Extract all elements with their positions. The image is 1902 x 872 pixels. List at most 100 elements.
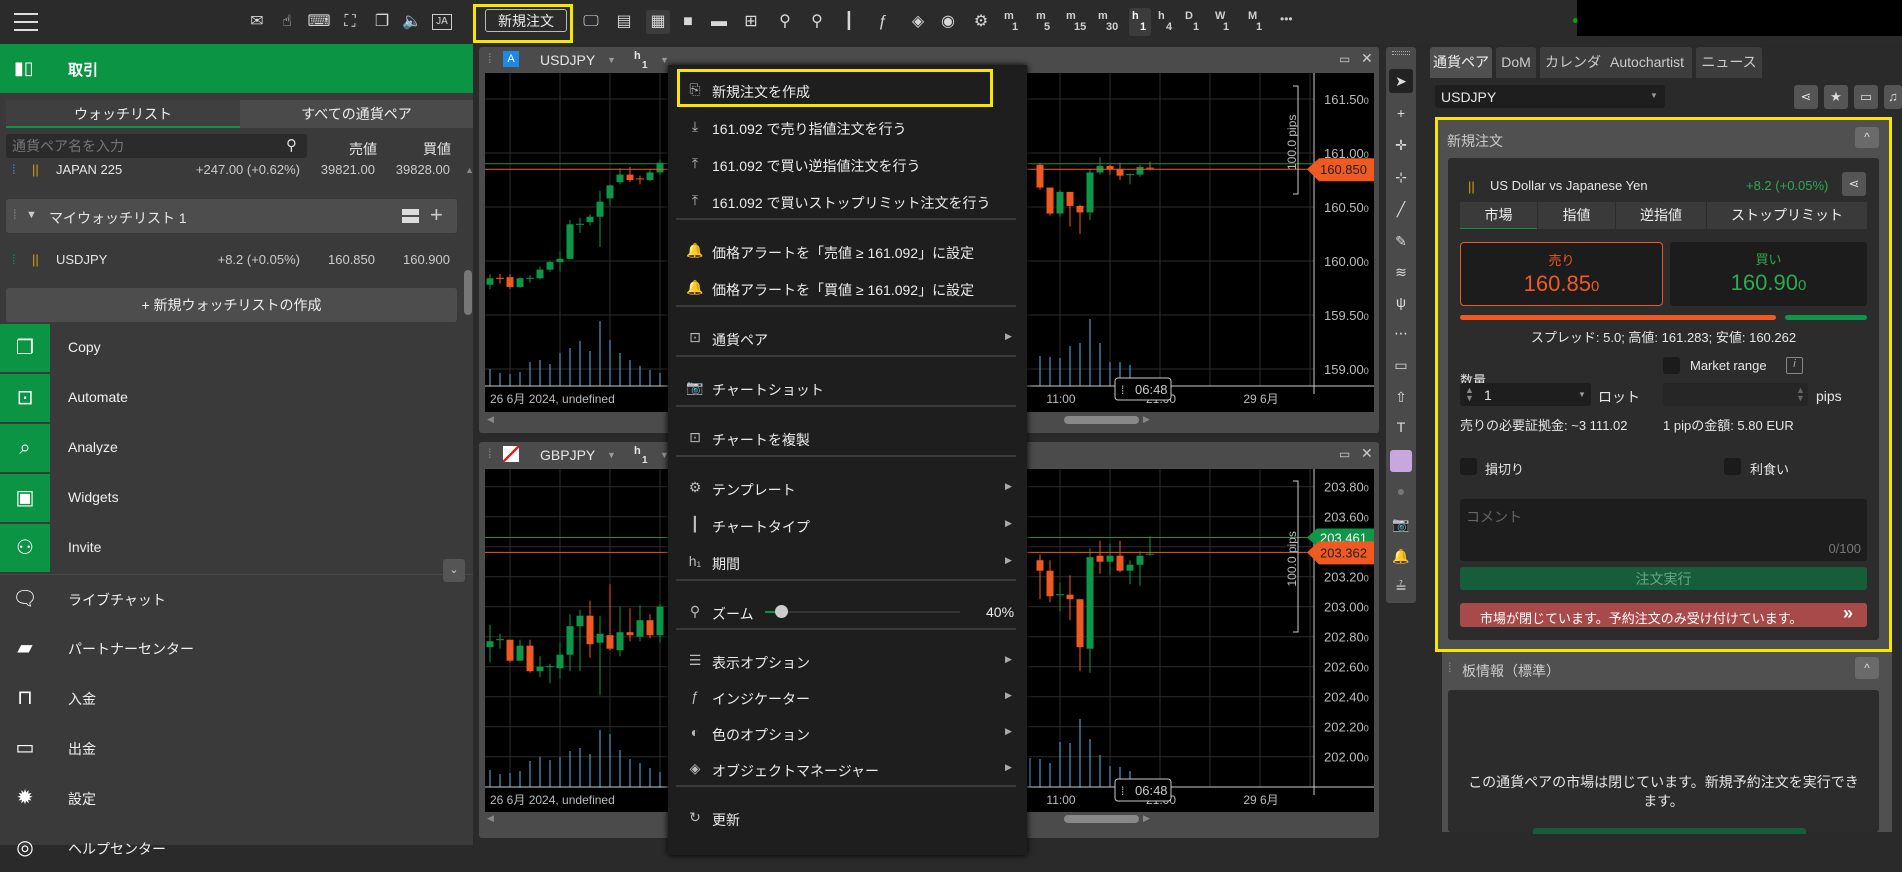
maximize-icon[interactable]: ▭ [1339, 52, 1350, 66]
period-selector[interactable]: h [634, 50, 641, 62]
scrollbar-thumb[interactable] [464, 270, 472, 315]
drag-handle-icon[interactable]: ⁞ [13, 207, 17, 222]
dropdown-arrow-icon[interactable]: ▼ [1578, 390, 1586, 399]
cursor-icon[interactable]: ➤ [1389, 69, 1413, 93]
candles-icon[interactable]: ┃ [837, 10, 861, 34]
scroll-left-icon[interactable]: ◀ [487, 813, 494, 824]
layers-icon[interactable]: ◈ [906, 10, 930, 34]
collapse-triangle-icon[interactable]: ▼ [26, 209, 37, 221]
symbol-dropdown-icon[interactable]: ▼ [607, 450, 616, 460]
tab-limit[interactable]: 指値 [1538, 202, 1615, 229]
arrow-icon[interactable]: ⇧ [1389, 385, 1413, 409]
menu-item-chart[interactable]: ⊡ 通貨ペア ▶ [668, 321, 1027, 355]
stop-loss-checkbox[interactable] [1460, 458, 1477, 475]
eye-icon[interactable]: ◉ [936, 10, 960, 34]
crosshair-magnet-icon[interactable]: ✛ [1389, 133, 1413, 157]
drag-handle-icon[interactable]: ⁞ [12, 247, 16, 273]
period-dropdown-icon[interactable]: ▼ [660, 55, 669, 65]
expand-arrows-icon[interactable]: » [1843, 603, 1853, 624]
drag-handle-icon[interactable]: ⁞ [488, 51, 492, 66]
bell-icon[interactable]: ♫ [1884, 85, 1902, 109]
chart-symbol[interactable]: GBPJPY [540, 447, 595, 463]
line-icon[interactable]: ╱ [1389, 197, 1413, 221]
timeframe-W1[interactable]: W1 [1212, 8, 1234, 36]
tab-watchlist[interactable]: ウォッチリスト [6, 100, 240, 128]
timeframe-D1[interactable]: D1 [1182, 8, 1204, 36]
quantity-stepper[interactable]: ▲ ▼ 1 ▼ [1460, 383, 1591, 406]
collapse-button[interactable]: ^ [1855, 127, 1879, 148]
maximize-icon[interactable]: ▭ [1339, 447, 1350, 461]
single-layout-icon[interactable]: ■ [676, 10, 700, 34]
pair-search-input[interactable] [6, 134, 307, 158]
sidebar-item-copy[interactable]: ❐ Copy [0, 324, 473, 372]
sidebar-item-パートナーセンター[interactable]: ▰ パートナーセンター [0, 624, 473, 672]
tab-all-pairs[interactable]: すべての通貨ペア [240, 100, 473, 128]
menu-item-sell-limit[interactable]: ⤓ 161.092 で売り指値注文を行う [668, 110, 1027, 144]
symbol-dropdown-icon[interactable]: ▼ [607, 55, 616, 65]
drag-handle-icon[interactable] [1392, 51, 1410, 55]
depth-action-button[interactable] [1533, 828, 1806, 834]
indicator-icon[interactable]: ƒ [871, 10, 895, 34]
watch-row[interactable]: ⁞ || USDJPY +8.2 (+0.05%) 160.850 160.90… [0, 247, 470, 273]
sidebar-item-widgets[interactable]: ▣ Widgets [0, 474, 473, 522]
menu-item-refresh[interactable]: ↻ 更新 [668, 801, 1027, 835]
star-icon[interactable]: ★ [1824, 85, 1848, 109]
language-ja-icon[interactable]: JA [432, 14, 452, 30]
tab-market[interactable]: 市場 [1460, 202, 1537, 229]
watchlist-group-header[interactable]: ⁞ ▼ マイウォッチリスト 1 + [6, 199, 457, 233]
symbol-flag-icon[interactable] [503, 446, 519, 462]
keyboard-icon[interactable]: ⌨ [307, 10, 331, 34]
sell-button[interactable]: 売り 160.850 [1460, 242, 1663, 306]
sidebar-item-analyze[interactable]: ⌕ Analyze [0, 424, 473, 472]
menu-item-new-order[interactable]: ⎘ 新規注文を作成 [668, 69, 1027, 107]
sidebar-item-出金[interactable]: ▭ 出金 [0, 724, 473, 772]
menu-item-camera[interactable]: 📷 チャートショット [668, 371, 1027, 405]
tab-dom[interactable]: DoM [1496, 47, 1536, 78]
share-icon[interactable]: ⋖ [1842, 172, 1866, 196]
menu-item-bell[interactable]: 🔔 価格アラートを「買値 ≥ 161.092」に設定 [668, 271, 1027, 305]
menu-item-template[interactable]: ⚙ テンプレート ▶ [668, 471, 1027, 505]
tab-stop-limit[interactable]: ストップリミット [1707, 202, 1867, 229]
timeframe-m30[interactable]: m 30 [1095, 8, 1118, 36]
scroll-up-icon[interactable]: ▲ [465, 157, 474, 183]
menu-item-duplicate-chart[interactable]: ⊡ チャートを複製 [668, 421, 1027, 455]
trade-header[interactable]: ▮▯ 取引 [0, 44, 473, 93]
menu-item-indicator[interactable]: ƒ インジケーター ▶ [668, 680, 1027, 714]
take-profit-checkbox[interactable] [1724, 458, 1741, 475]
close-icon[interactable]: ✕ [1361, 445, 1373, 462]
add-chart-icon[interactable]: ⊞ [739, 10, 763, 34]
menu-item-bell[interactable]: 🔔 価格アラートを「売値 ≥ 161.092」に設定 [668, 234, 1027, 268]
tab-stop[interactable]: 逆指値 [1616, 202, 1706, 229]
grid-4-icon[interactable]: ▦ [646, 10, 670, 34]
zoom-slider-thumb[interactable] [775, 605, 788, 618]
timeframe-h4[interactable]: h4 [1155, 8, 1177, 36]
close-icon[interactable]: ✕ [1361, 50, 1373, 67]
menu-item-layers[interactable]: ◈ オブジェクトマネージャー ▶ [668, 752, 1027, 786]
timeframe-m1[interactable]: m1 [1001, 8, 1023, 36]
info-icon[interactable]: i [1786, 357, 1803, 374]
split-layout-icon[interactable]: ▬ [707, 10, 731, 34]
menu-item-period[interactable]: h₁ 期間 ▶ [668, 545, 1027, 579]
menu-item-zoom[interactable]: ⚲ ズーム 40% [668, 595, 1027, 629]
comment-textarea[interactable]: コメント 0/100 [1460, 499, 1867, 561]
add-icon[interactable]: + [430, 202, 443, 228]
share-icon[interactable]: ⋖ [1794, 85, 1818, 109]
bell-icon[interactable]: 🔔 [1389, 544, 1413, 568]
crosshair-icon[interactable]: + [1389, 101, 1413, 125]
mail-icon[interactable]: ✉ [245, 10, 269, 34]
dot-icon[interactable]: ● [1389, 479, 1413, 503]
fullscreen-icon[interactable]: ⛶ [338, 10, 362, 34]
more-timeframes-button[interactable]: ••• [1280, 12, 1293, 26]
sidebar-item-設定[interactable]: ✹ 設定 [0, 774, 473, 822]
scroll-left-icon[interactable]: ◀ [487, 414, 494, 425]
new-order-button[interactable]: 新規注文 [485, 9, 567, 32]
fib-icon[interactable]: ≋ [1389, 260, 1413, 284]
horizontal-scrollbar[interactable] [1064, 416, 1139, 424]
range-pips-input[interactable]: ▲ ▼ [1663, 383, 1808, 406]
drag-handle-icon[interactable]: ⁞ [12, 157, 16, 183]
symbol-select[interactable]: USDJPY ▼ [1435, 85, 1665, 108]
scroll-right-icon[interactable]: ▶ [1143, 414, 1150, 425]
timeframe-M1[interactable]: M1 [1245, 8, 1267, 36]
point-icon[interactable]: ⊹ [1389, 165, 1413, 189]
sidebar-item-automate[interactable]: ⊡ Automate [0, 374, 473, 422]
